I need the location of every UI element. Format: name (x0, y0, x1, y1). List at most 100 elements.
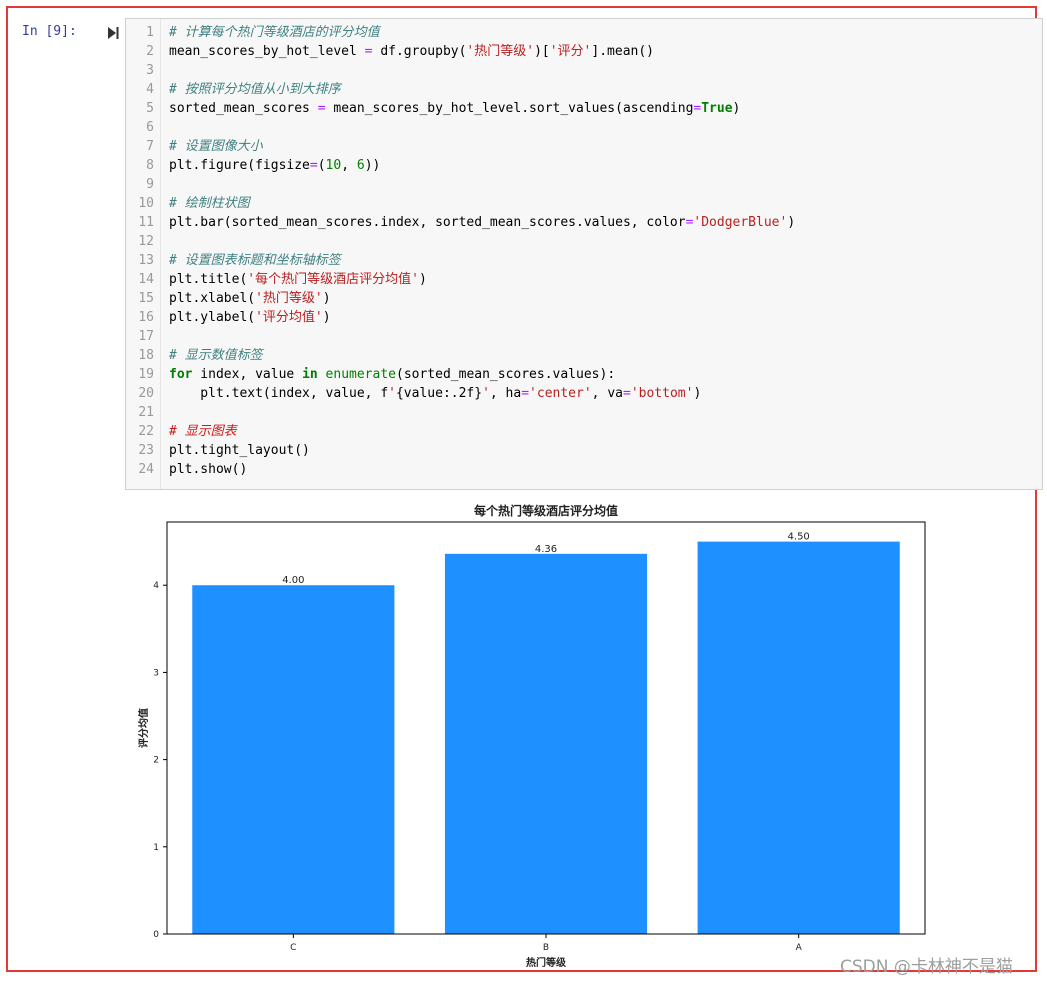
line-number: 5 (146, 101, 154, 116)
x-tick-label: B (543, 943, 549, 953)
code-text: plt.text(index, value, f'{value:.2f}', h… (169, 384, 701, 403)
code-token: '热门等级' (255, 291, 323, 306)
bar-A (697, 541, 900, 934)
code-text: plt.show() (169, 460, 247, 479)
code-token: = (364, 44, 373, 59)
code-token: {value:.2f} (395, 386, 483, 401)
code-token: plt.show() (169, 462, 248, 477)
code-token: for (169, 367, 193, 382)
code-text: plt.figure(figsize=(10, 6)) (169, 156, 380, 175)
line-number: 4 (146, 82, 154, 97)
x-axis-label: 热门等级 (526, 956, 567, 969)
code-token: # 绘制柱状图 (169, 196, 250, 211)
y-tick-label: 2 (153, 756, 159, 766)
y-tick-label: 3 (153, 668, 159, 678)
watermark: CSDN @卡林神不是猫 (840, 957, 1013, 977)
code-text: # 设置图表标题和坐标轴标签 (169, 251, 341, 270)
code-text: plt.title('每个热门等级酒店评分均值') (169, 270, 427, 289)
code-token: mean_scores_by_hot_level.sort_values(asc… (325, 101, 694, 116)
code-token: , ha (489, 386, 522, 401)
code-token: ) (787, 215, 796, 230)
code-text: plt.tight_layout() (169, 441, 310, 460)
run-cell-icon[interactable] (106, 26, 120, 40)
bar-value-label: 4.50 (788, 532, 810, 543)
line-number: 17 (138, 329, 154, 344)
code-token: # 设置图像大小 (169, 139, 263, 154)
code-token: plt.tight_layout() (169, 443, 310, 458)
line-number: 13 (138, 253, 154, 268)
code-token: enumerate (325, 367, 396, 382)
line-number: 15 (138, 291, 154, 306)
code-token: # 显示数值标签 (169, 348, 263, 363)
code-token: '热门等级' (466, 44, 535, 59)
code-token: ( (317, 158, 326, 173)
code-token: = (309, 158, 318, 173)
y-axis-label: 评分均值 (137, 708, 150, 748)
code-token: 6 (356, 158, 365, 173)
code-token: sorted_mean_scores (169, 101, 318, 116)
line-number: 9 (146, 177, 154, 192)
code-token: plt.bar(sorted_mean_scores.index, sorted… (169, 215, 686, 230)
code-token: = (317, 101, 326, 116)
code-token: )[ (534, 44, 550, 59)
code-token: , va (591, 386, 623, 401)
line-number: 6 (146, 120, 154, 135)
line-number: 2 (146, 44, 154, 59)
code-token: '评分均值' (255, 310, 323, 325)
bar-C (192, 585, 395, 934)
code-text: sorted_mean_scores = mean_scores_by_hot_… (169, 99, 740, 118)
code-token: ].mean() (591, 44, 655, 59)
code-editor[interactable]: 1 # 计算每个热门等级酒店的评分均值 2 mean_scores_by_hot_le… (125, 18, 1043, 490)
code-token: plt.ylabel( (169, 310, 256, 325)
code-token: (sorted_mean_scores.values): (396, 367, 616, 382)
code-text: plt.xlabel('热门等级') (169, 289, 331, 308)
line-number: 8 (146, 158, 154, 173)
code-text: plt.ylabel('评分均值') (169, 308, 331, 327)
code-token: plt.text(index, value, f (169, 386, 389, 401)
bar-value-label: 4.36 (535, 544, 557, 555)
code-token: # 计算每个热门等级酒店的评分均值 (169, 25, 380, 40)
y-tick-label: 4 (153, 581, 159, 591)
y-tick-label: 1 (153, 843, 159, 853)
line-number: 10 (138, 196, 154, 211)
code-token: # 按照评分均值从小到大排序 (169, 82, 341, 97)
line-number: 21 (138, 405, 154, 420)
code-text: # 绘制柱状图 (169, 194, 250, 213)
line-number: 16 (138, 310, 154, 325)
code-token: index, value (192, 367, 303, 382)
code-text: for index, value in enumerate(sorted_mea… (169, 365, 615, 384)
code-text: # 计算每个热门等级酒店的评分均值 (169, 23, 380, 42)
cell-prompt: In [9]: (22, 24, 77, 39)
bar-chart: 每个热门等级酒店评分均值 4.00 C 4.36 B 4.50 A 0 1 2 3 4 热门等级 评分均值 (137, 503, 926, 969)
code-token: plt.figure(figsize (169, 158, 310, 173)
bar-B (444, 553, 648, 934)
code-text: plt.bar(sorted_mean_scores.index, sorted… (169, 213, 795, 232)
code-token: 'center' (529, 386, 592, 401)
code-text: # 显示图表 (169, 422, 237, 441)
code-token: ) (322, 310, 331, 325)
code-token: '每个热门等级酒店评分均值' (247, 272, 419, 287)
code-text: # 按照评分均值从小到大排序 (169, 80, 341, 99)
code-token: plt.xlabel( (169, 291, 256, 306)
line-number: 18 (138, 348, 154, 363)
x-tick-label: C (290, 943, 296, 953)
code-text: # 设置图像大小 (169, 137, 263, 156)
x-tick-label: A (796, 943, 803, 953)
line-number: 11 (138, 215, 154, 230)
code-token: # 显示图表 (169, 424, 237, 439)
code-token: 'DodgerBlue' (693, 215, 788, 230)
code-token: # 设置图表标题和坐标轴标签 (169, 253, 341, 268)
line-number: 20 (138, 386, 154, 401)
code-token: ) (732, 101, 741, 116)
code-text: # 显示数值标签 (169, 346, 263, 365)
code-token: )) (364, 158, 381, 173)
code-token: True (701, 101, 733, 116)
code-token: ' (482, 386, 490, 401)
code-token: 10 (325, 158, 342, 173)
code-token: ) (322, 291, 331, 306)
code-token: '评分' (549, 44, 592, 59)
code-token: ) (693, 386, 702, 401)
code-token: = (622, 386, 631, 401)
code-token: , (341, 158, 357, 173)
